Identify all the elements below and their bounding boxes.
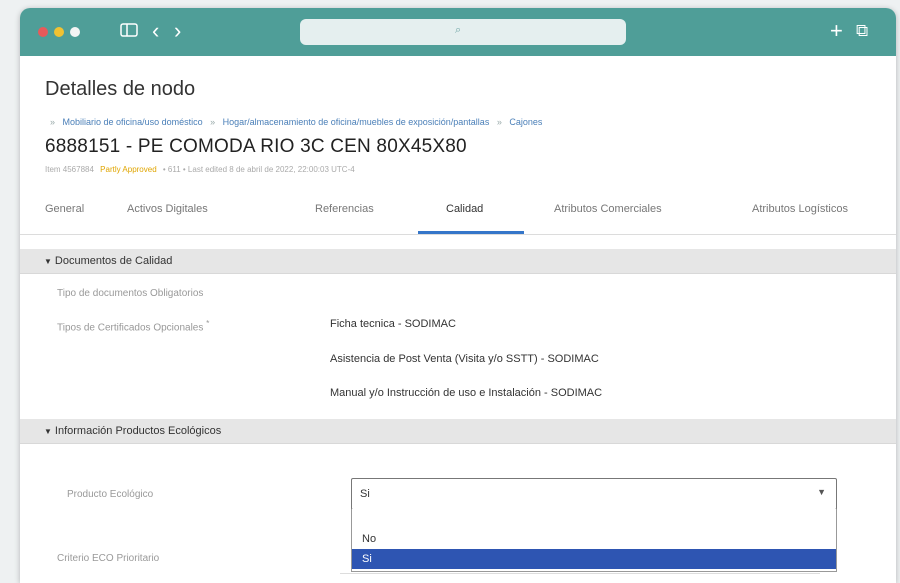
tab-atributos-logisticos[interactable]: Atributos Logísticos [752, 203, 848, 215]
breadcrumb-item-hogar[interactable]: Hogar/almacenamiento de oficina/muebles … [223, 117, 490, 127]
option-label: Si [362, 553, 372, 565]
tabs-overview-icon[interactable]: ⧉ [856, 21, 868, 41]
back-icon[interactable]: ‹ [152, 20, 159, 42]
optional-certs-label-text: Tipos de Certificados Opcionales [57, 322, 204, 334]
section-title: Documentos de Calidad [54, 255, 173, 267]
page-title: Detalles de nodo [45, 78, 196, 100]
browser-toolbar: ‹ › ⌕ + ⧉ [20, 8, 896, 56]
option-label: No [362, 533, 377, 545]
section-header-documentos-calidad[interactable]: ▼ Documentos de Calidad [20, 249, 896, 274]
product-title: 6888151 - PE COMODA RIO 3C CEN 80X45X80 [45, 136, 467, 157]
active-tab-indicator [418, 231, 524, 234]
eco-product-select[interactable]: Si ▼ [351, 478, 837, 510]
tab-general[interactable]: General [45, 203, 84, 215]
required-marker: * [206, 318, 210, 328]
dropdown-option-no[interactable]: No [352, 529, 836, 549]
new-tab-icon[interactable]: + [830, 20, 843, 42]
eco-product-selected-value: Si [360, 488, 370, 500]
optional-cert-ficha-tecnica: Ficha tecnica - SODIMAC [330, 318, 456, 330]
tab-atributos-comerciales[interactable]: Atributos Comerciales [554, 203, 662, 215]
forward-icon[interactable]: › [174, 20, 181, 42]
collapse-arrow-icon: ▼ [44, 427, 52, 436]
optional-certs-label: Tipos de Certificados Opcionales * [57, 318, 209, 333]
section-header-productos-ecologicos[interactable]: ▼ Información Productos Ecológicos [20, 419, 896, 444]
optional-cert-manual: Manual y/o Instrucción de uso e Instalac… [330, 387, 603, 399]
tab-activos-digitales[interactable]: Activos Digitales [127, 203, 208, 215]
tab-referencias[interactable]: Referencias [315, 203, 374, 215]
status-badge: Partly Approved [100, 165, 157, 174]
eco-product-dropdown: No Si [351, 509, 837, 572]
last-edited-info: • 611 • Last edited 8 de abril de 2022, … [162, 165, 355, 174]
maximize-window-dot[interactable] [70, 27, 80, 37]
sidebar-icon[interactable] [120, 22, 138, 42]
page-content: Detalles de nodo » Mobiliario de oficina… [20, 56, 896, 583]
address-bar[interactable]: ⌕ [300, 19, 626, 45]
item-id: Item 4567884 [45, 165, 94, 174]
collapse-arrow-icon: ▼ [44, 257, 52, 266]
minimize-window-dot[interactable] [54, 27, 64, 37]
breadcrumb-item-cajones[interactable]: Cajones [509, 117, 542, 127]
mandatory-docs-label: Tipo de documentos Obligatorios [57, 288, 204, 299]
browser-window: ‹ › ⌕ + ⧉ Detalles de nodo » Mobiliario … [20, 8, 896, 583]
breadcrumb: » Mobiliario de oficina/uso doméstico » … [45, 117, 542, 127]
eco-product-label: Producto Ecológico [67, 489, 154, 500]
eco-criteria-field[interactable] [340, 573, 820, 583]
tab-bar: General Activos Digitales Referencias Ca… [20, 184, 896, 235]
breadcrumb-item-mobiliario[interactable]: Mobiliario de oficina/uso doméstico [63, 117, 203, 127]
product-meta: Item 4567884 Partly Approved • 611 • Las… [45, 165, 355, 174]
tab-calidad[interactable]: Calidad [446, 203, 483, 215]
breadcrumb-separator: » [496, 117, 502, 127]
optional-cert-asistencia: Asistencia de Post Venta (Visita y/o SST… [330, 353, 599, 365]
eco-criteria-label: Criterio ECO Prioritario [57, 553, 160, 564]
dropdown-option-si[interactable]: Si [352, 549, 836, 569]
section-title: Información Productos Ecológicos [54, 425, 222, 437]
breadcrumb-separator: » [50, 117, 56, 127]
search-icon: ⌕ [455, 24, 462, 36]
breadcrumb-separator: » [210, 117, 216, 127]
close-window-dot[interactable] [38, 27, 48, 37]
chevron-down-icon: ▼ [817, 487, 826, 497]
